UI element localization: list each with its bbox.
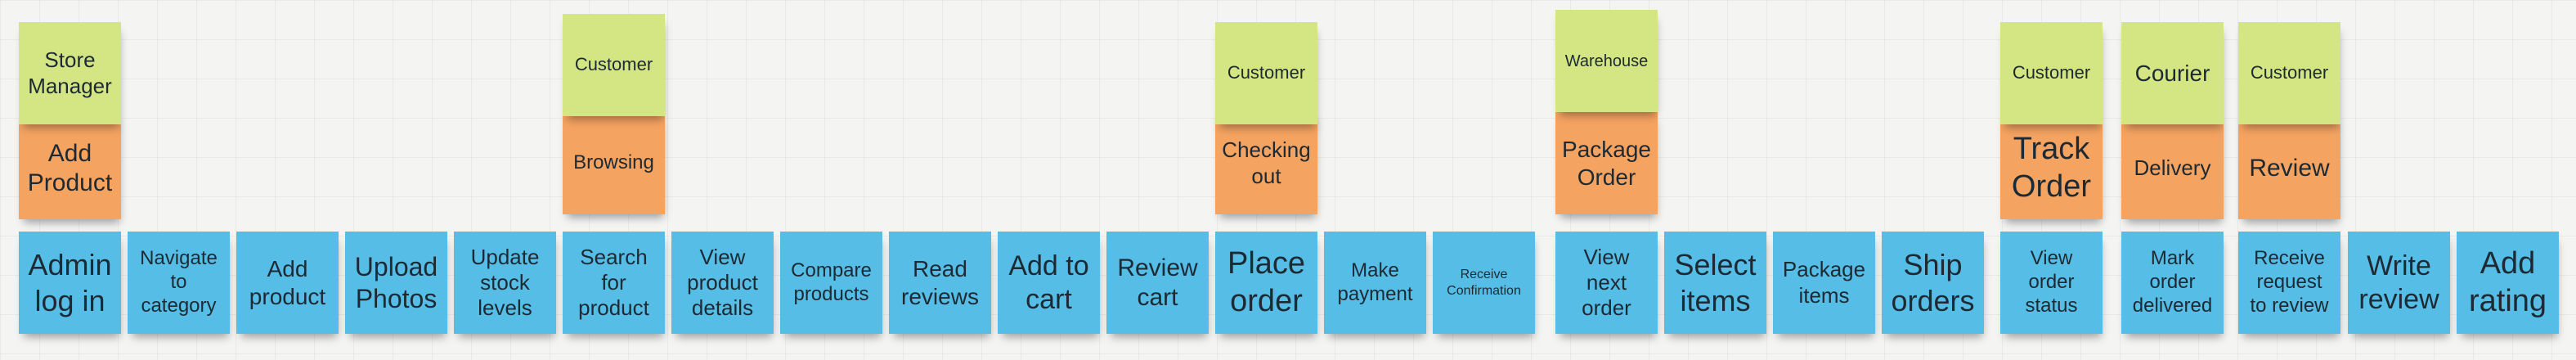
event-note-review-cart[interactable]: Review cart [1106,232,1209,334]
event-note-view-next-order[interactable]: View next order [1555,232,1658,334]
command-note-delivery[interactable]: Delivery [2121,117,2224,219]
event-note-receive-confirmation[interactable]: Receive Confirmation [1433,232,1535,334]
event-note-mark-order-delivered[interactable]: Mark order delivered [2121,232,2224,334]
event-note-ship-orders[interactable]: Ship orders [1882,232,1984,334]
event-note-add-rating[interactable]: Add rating [2457,232,2559,334]
actor-note-customer-track[interactable]: Customer [2000,22,2103,124]
event-note-package-items[interactable]: Package items [1773,232,1875,334]
event-note-receive-request-to-review[interactable]: Receive request to review [2238,232,2340,334]
event-note-view-order-status[interactable]: View order status [2000,232,2103,334]
actor-note-customer-browsing[interactable]: Customer [563,14,665,116]
command-note-add-product[interactable]: Add Product [19,117,121,219]
event-note-place-order[interactable]: Place order [1215,232,1317,334]
command-note-browsing[interactable]: Browsing [563,112,665,214]
actor-note-courier[interactable]: Courier [2121,22,2224,124]
actor-note-warehouse[interactable]: Warehouse [1555,10,1658,112]
event-note-make-payment[interactable]: Make payment [1324,232,1426,334]
actor-note-store-manager[interactable]: Store Manager [19,22,121,124]
event-note-search-for-product[interactable]: Search for product [563,232,665,334]
event-note-admin-login[interactable]: Admin log in [19,232,121,334]
command-note-checking-out[interactable]: Checking out [1215,112,1317,214]
event-note-read-reviews[interactable]: Read reviews [889,232,991,334]
event-note-add-to-cart[interactable]: Add to cart [998,232,1100,334]
event-note-compare-products[interactable]: Compare products [780,232,882,334]
event-note-view-product-details[interactable]: View product details [671,232,774,334]
event-note-upload-photos[interactable]: Upload Photos [345,232,447,334]
event-note-add-product[interactable]: Add product [236,232,339,334]
command-note-package-order[interactable]: Package Order [1555,112,1658,214]
event-storming-board: Admin log in Navigate to category Add pr… [0,0,2576,360]
event-note-navigate-to-category[interactable]: Navigate to category [128,232,230,334]
command-note-review[interactable]: Review [2238,117,2340,219]
actor-note-customer-checkout[interactable]: Customer [1215,22,1317,124]
event-note-update-stock-levels[interactable]: Update stock levels [454,232,556,334]
event-note-write-review[interactable]: Write review [2348,232,2450,334]
actor-note-customer-review[interactable]: Customer [2238,22,2340,124]
event-note-select-items[interactable]: Select items [1664,232,1766,334]
command-note-track-order[interactable]: Track Order [2000,117,2103,219]
